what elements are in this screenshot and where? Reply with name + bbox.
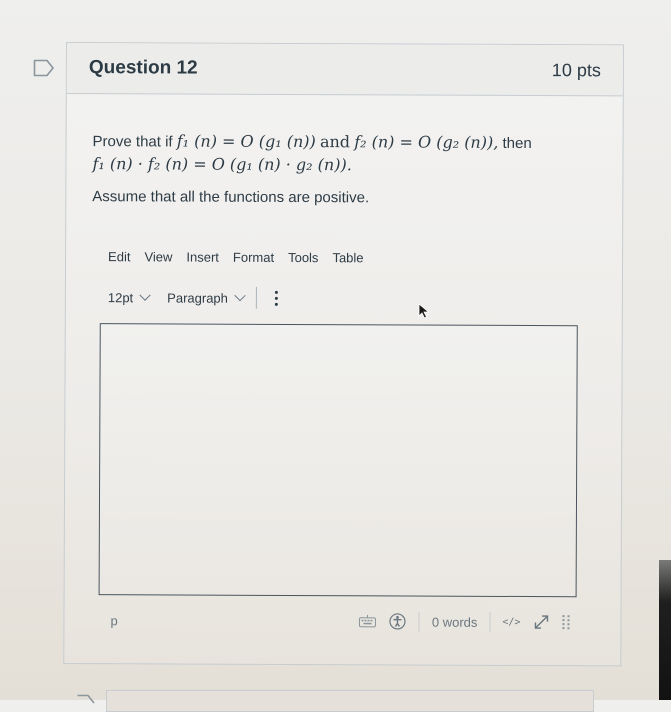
statusbar-right: 0 words </>: [359, 611, 571, 632]
resize-grip-icon[interactable]: [562, 615, 570, 630]
block-format-value: Paragraph: [167, 289, 228, 306]
menu-insert[interactable]: Insert: [186, 250, 219, 265]
more-vertical-icon[interactable]: [271, 288, 282, 307]
font-size-select[interactable]: 12pt: [107, 289, 151, 305]
question-header: Question 12 10 pts: [66, 43, 623, 97]
prompt-lead-text: Prove that if: [92, 133, 173, 151]
menu-view[interactable]: View: [144, 249, 172, 264]
expand-icon[interactable]: [532, 613, 550, 631]
prompt-conjunction: and: [319, 132, 351, 152]
question-assumption: Assume that all the functions are positi…: [92, 188, 370, 207]
element-path[interactable]: p: [110, 613, 117, 628]
menu-format[interactable]: Format: [233, 250, 274, 265]
editor-toolbar: 12pt Paragraph: [108, 285, 596, 311]
question-body: Prove that if f₁ (n) = O (g₁ (n)) and f₂…: [64, 94, 622, 633]
chevron-down-icon: [139, 289, 151, 301]
editor-statusbar: p 0 words </>: [98, 609, 574, 633]
question-title: Question 12: [88, 57, 198, 79]
editor-menubar: Edit View Insert Format Tools Table: [108, 249, 596, 266]
menu-edit[interactable]: Edit: [108, 249, 130, 264]
menu-table[interactable]: Table: [332, 250, 363, 265]
next-question-flag-icon[interactable]: [76, 694, 96, 704]
prompt-math-expr-3: f₁ (n) · f₂ (n) = O (g₁ (n) · g₂ (n)).: [92, 154, 352, 175]
prompt-math-expr-2: f₂ (n) = O (g₂ (n)),: [354, 132, 499, 152]
keyboard-icon[interactable]: [359, 614, 377, 628]
prompt-tail-text: then: [502, 134, 532, 153]
mouse-cursor-icon: [418, 303, 430, 319]
toolbar-divider: [255, 286, 257, 309]
question-prompt-line-1: Prove that if f₁ (n) = O (g₁ (n)) and f₂…: [93, 130, 597, 155]
next-question-card: [106, 690, 594, 712]
editor-content-area[interactable]: [98, 323, 578, 598]
chevron-down-icon: [234, 289, 246, 302]
accessibility-icon[interactable]: [389, 612, 407, 630]
font-size-value: 12pt: [107, 289, 134, 305]
block-format-select[interactable]: Paragraph: [167, 289, 246, 306]
question-flag-icon[interactable]: [33, 59, 55, 77]
rich-text-editor: Edit View Insert Format Tools Table 12pt…: [90, 249, 596, 633]
question-points: 10 pts: [551, 59, 601, 80]
menu-tools[interactable]: Tools: [288, 250, 318, 265]
html-editor-toggle[interactable]: </>: [502, 616, 520, 627]
screen-edge: [659, 560, 671, 700]
statusbar-divider: [489, 611, 491, 632]
question-card: Question 12 10 pts Prove that if f₁ (n) …: [63, 42, 624, 667]
word-count: 0 words: [431, 614, 478, 630]
statusbar-divider: [418, 611, 420, 632]
prompt-math-expr-1: f₁ (n) = O (g₁ (n)): [176, 131, 316, 152]
question-prompt-line-2: f₁ (n) · f₂ (n) = O (g₁ (n) · g₂ (n)).: [92, 153, 596, 178]
